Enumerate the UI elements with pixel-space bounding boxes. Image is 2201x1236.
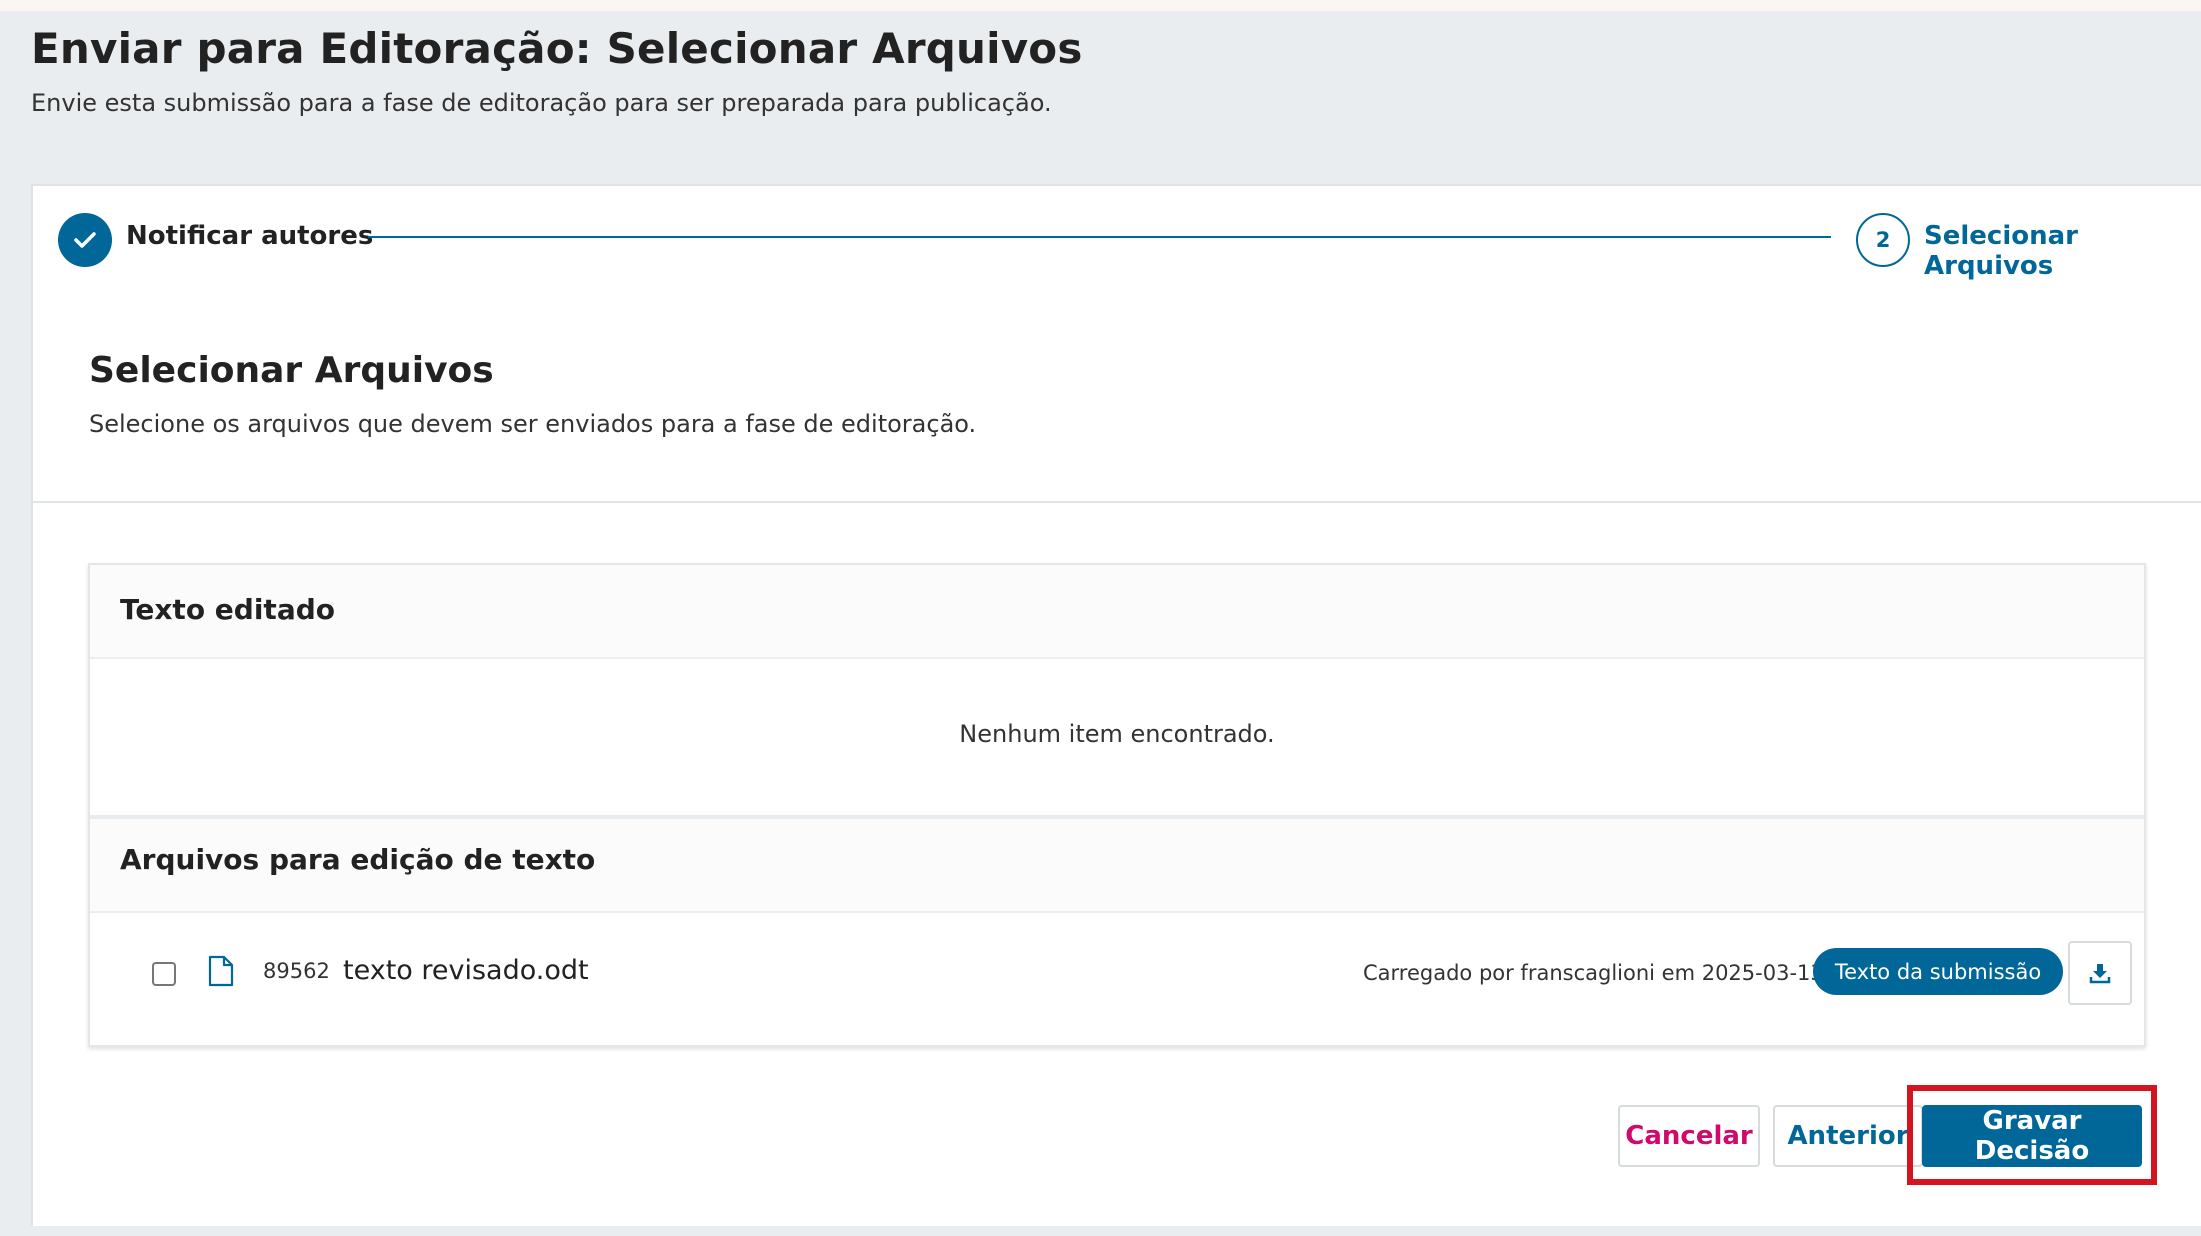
highlight-annotation — [1907, 1085, 2157, 1185]
file-select-checkbox[interactable] — [152, 962, 176, 986]
file-uploaded-info: Carregado por franscaglioni em 2025-03-1… — [1363, 961, 1824, 985]
page-subtitle: Envie esta submissão para a fase de edit… — [31, 89, 1052, 117]
section-title: Selecionar Arquivos — [89, 350, 494, 391]
file-row: 89562 texto revisado.odt Carregado por f… — [90, 911, 2144, 1043]
top-strip — [0, 0, 2201, 11]
previous-button[interactable]: Anterior — [1773, 1105, 1923, 1167]
file-name: texto revisado.odt — [343, 955, 589, 986]
file-id: 89562 — [263, 959, 330, 983]
download-button[interactable] — [2068, 941, 2132, 1005]
file-icon — [208, 955, 234, 987]
file-lists-panel: Texto editado Nenhum item encontrado. Ar… — [88, 563, 2146, 1047]
section-description: Selecione os arquivos que devem ser envi… — [89, 410, 977, 438]
file-genre-badge: Texto da submissão — [1813, 948, 2063, 995]
step-complete-indicator[interactable] — [58, 213, 112, 267]
step-select-files[interactable]: Selecionar Arquivos — [1924, 221, 2201, 281]
download-icon — [2089, 964, 2111, 984]
list-title-copyedit-files: Arquivos para edição de texto — [120, 843, 596, 876]
step-notify-authors[interactable]: Notificar autores — [126, 221, 373, 251]
cancel-button[interactable]: Cancelar — [1618, 1105, 1760, 1167]
check-icon — [74, 232, 96, 248]
empty-message: Nenhum item encontrado. — [959, 720, 1275, 748]
step-progress-line — [368, 236, 1831, 238]
list-title-edited-text: Texto editado — [120, 593, 335, 626]
section-divider — [33, 501, 2201, 503]
list-header-copyedit-files: Arquivos para edição de texto — [90, 819, 2144, 913]
list-header-edited-text: Texto editado — [90, 565, 2144, 659]
step-number[interactable]: 2 — [1856, 213, 1910, 267]
page-title: Enviar para Editoração: Selecionar Arqui… — [31, 24, 1083, 73]
